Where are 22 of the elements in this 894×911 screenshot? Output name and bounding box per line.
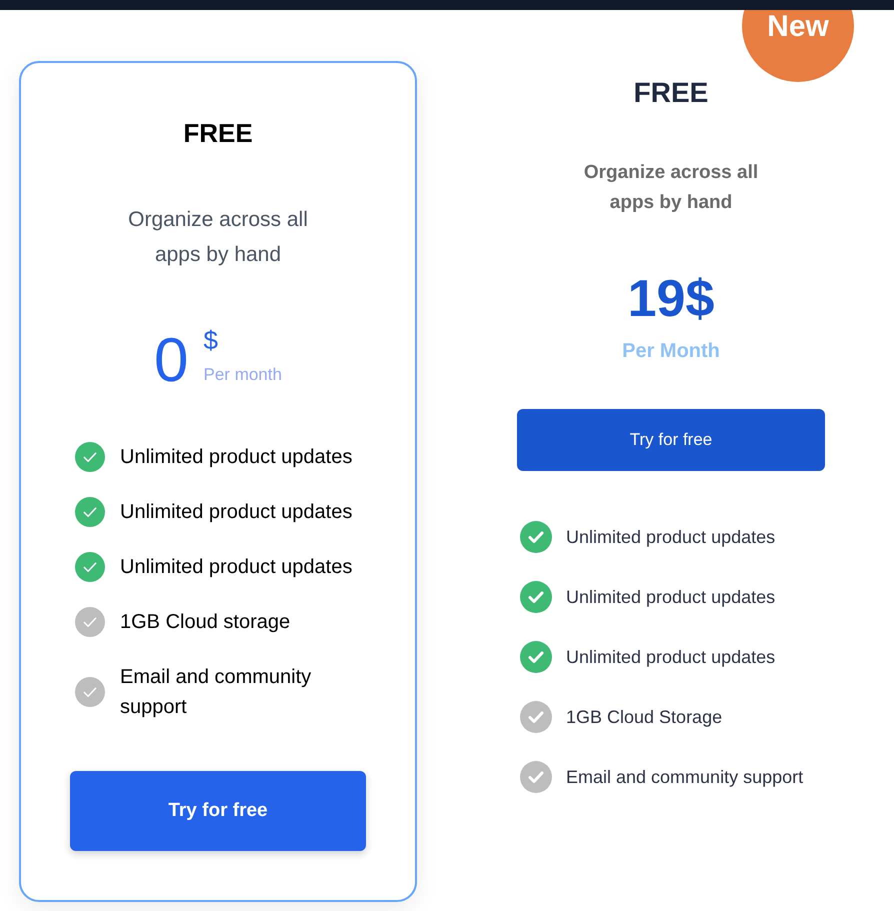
try-free-button[interactable]: Try for free (517, 409, 825, 471)
try-free-button[interactable]: Try for free (70, 771, 366, 851)
plan-title: FREE (183, 117, 253, 149)
feature-text: 1GB Cloud Storage (566, 706, 722, 729)
plan-title: FREE (634, 76, 708, 110)
feature-text: Unlimited product updates (566, 586, 776, 609)
feature-text: Unlimited product updates (120, 445, 354, 470)
price-period: Per month (204, 365, 282, 385)
feature-text: Unlimited product updates (566, 526, 776, 549)
feature-text: 1GB Cloud storage (120, 610, 292, 635)
new-badge: New (742, 10, 854, 82)
currency-symbol: $ (204, 327, 218, 353)
price-amount: 19$ (628, 273, 714, 325)
plan-description: Organize across all apps by hand (582, 161, 760, 215)
price-amount: 0 (154, 330, 189, 392)
feature-text: Email and community support (566, 766, 804, 789)
feature-text: Unlimited product updates (120, 555, 354, 580)
plan-description: Organize across all apps by hand (127, 207, 309, 268)
price-period: Per Month (622, 339, 720, 363)
feature-text: Unlimited product updates (566, 646, 776, 669)
feature-text: Email and community support (120, 665, 312, 720)
feature-text: Unlimited product updates (120, 500, 354, 525)
